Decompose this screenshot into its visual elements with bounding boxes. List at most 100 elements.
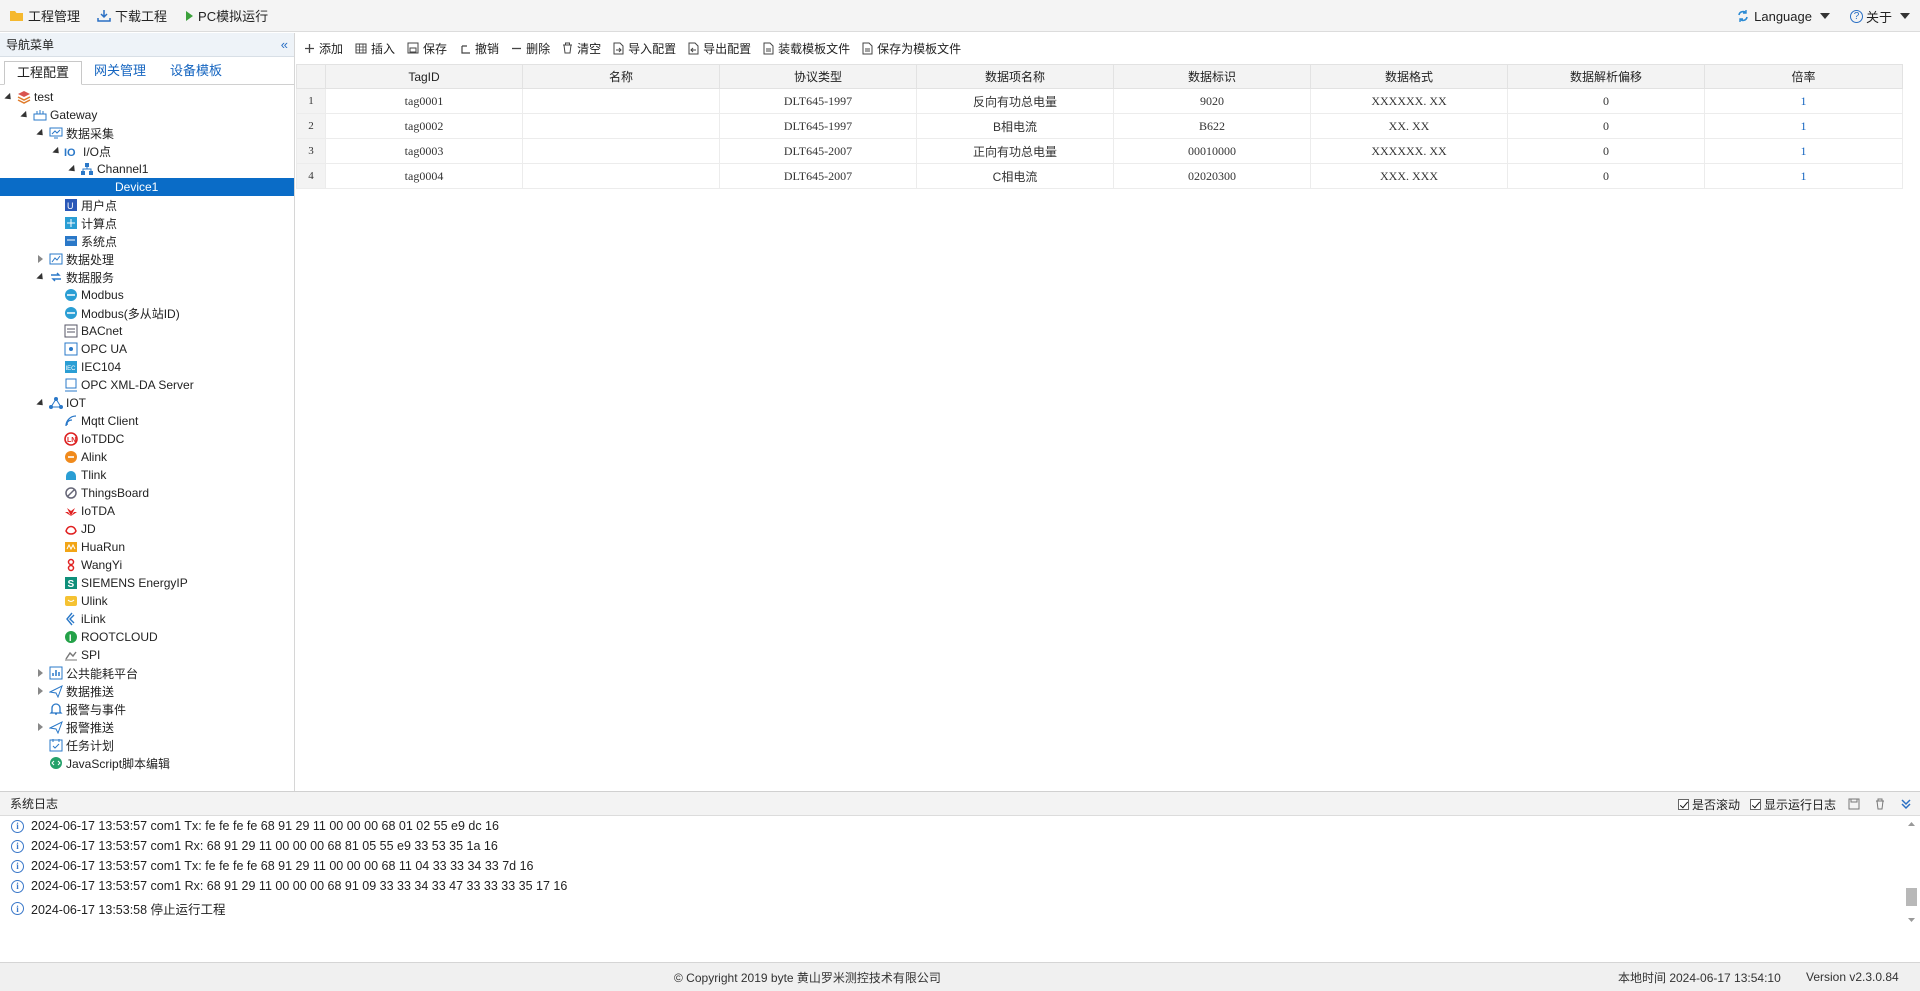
tree-expanded-arrow-icon[interactable] (52, 147, 61, 156)
table-cell[interactable] (522, 113, 720, 139)
tree-node-opc-ua[interactable]: OPC UA (0, 340, 294, 358)
tree-node-alink[interactable]: Alink (0, 448, 294, 466)
table-cell[interactable]: B相电流 (916, 113, 1114, 139)
tree-node-huarun[interactable]: HuaRun (0, 538, 294, 556)
table-cell[interactable]: 1 (1704, 138, 1903, 164)
import-config-button[interactable]: 导入配置 (613, 40, 676, 57)
tree-node-报警推送[interactable]: 报警推送 (0, 718, 294, 736)
tree-node-test[interactable]: test (0, 88, 294, 106)
collapse-double-left-icon[interactable]: « (281, 37, 288, 52)
tree-expanded-arrow-icon[interactable] (36, 399, 45, 408)
autoscroll-checkbox[interactable]: 是否滚动 (1677, 796, 1740, 813)
delete-button[interactable]: 删除 (511, 40, 550, 57)
table-cell[interactable]: XXXXXX. XX (1310, 138, 1508, 164)
tree-node-wangyi[interactable]: WangYi (0, 556, 294, 574)
save-button[interactable]: 保存 (407, 40, 447, 57)
table-cell[interactable]: B622 (1113, 113, 1311, 139)
tree-expanded-arrow-icon[interactable] (68, 165, 77, 174)
tree-node-数据服务[interactable]: 数据服务 (0, 268, 294, 286)
table-cell[interactable]: DLT645-1997 (719, 88, 917, 114)
table-cell[interactable]: tag0001 (325, 88, 523, 114)
tree-node-iotda[interactable]: IoTDA (0, 502, 294, 520)
add-button[interactable]: 添加 (304, 40, 343, 57)
tree-node-modbus[interactable]: Modbus (0, 286, 294, 304)
table-cell[interactable]: tag0004 (325, 163, 523, 189)
tree-node-数据处理[interactable]: 数据处理 (0, 250, 294, 268)
table-cell[interactable]: DLT645-1997 (719, 113, 917, 139)
table-cell[interactable]: 0 (1507, 113, 1705, 139)
tree-node-modbus-多从站id-[interactable]: Modbus(多从站ID) (0, 304, 294, 322)
tree-node-数据推送[interactable]: 数据推送 (0, 682, 294, 700)
tree-node-spi[interactable]: SPI (0, 646, 294, 664)
column-header[interactable]: 数据标识 (1113, 64, 1311, 89)
tree-node-mqtt-client[interactable]: Mqtt Client (0, 412, 294, 430)
tab-project-config[interactable]: 工程配置 (4, 61, 83, 85)
tree-node-数据采集[interactable]: 数据采集 (0, 124, 294, 142)
table-cell[interactable]: XXXXXX. XX (1310, 88, 1508, 114)
tree-node-jd[interactable]: JD (0, 520, 294, 538)
load-template-button[interactable]: 装载模板文件 (763, 40, 850, 57)
tree-node-ulink[interactable]: Ulink (0, 592, 294, 610)
save-log-icon[interactable] (1848, 798, 1860, 810)
table-cell[interactable] (522, 88, 720, 114)
table-cell[interactable] (522, 163, 720, 189)
column-header[interactable]: 倍率 (1704, 64, 1903, 89)
tree-expanded-arrow-icon[interactable] (36, 273, 45, 282)
column-header[interactable]: 名称 (522, 64, 720, 89)
table-cell[interactable]: 反向有功总电量 (916, 88, 1114, 114)
undo-button[interactable]: 撤销 (459, 40, 499, 57)
table-cell[interactable]: C相电流 (916, 163, 1114, 189)
tree-node-公共能耗平台[interactable]: 公共能耗平台 (0, 664, 294, 682)
language-dropdown[interactable]: Language (1726, 9, 1840, 24)
insert-button[interactable]: 插入 (355, 40, 395, 57)
save-template-button[interactable]: 保存为模板文件 (862, 40, 961, 57)
tree-node-rootcloud[interactable]: I ROOTCLOUD (0, 628, 294, 646)
show-run-log-checkbox[interactable]: 显示运行日志 (1749, 796, 1836, 813)
tree-node-thingsboard[interactable]: ThingsBoard (0, 484, 294, 502)
tree-node-opc-xml-da-server[interactable]: OPC XML-DA Server (0, 376, 294, 394)
export-config-button[interactable]: 导出配置 (688, 40, 751, 57)
table-row[interactable]: 3 tag0003 DLT645-2007 正向有功总电量 00010000 XXXXXX… (296, 138, 1903, 164)
tree-node-任务计划[interactable]: 任务计划 (0, 736, 294, 754)
tree-node-系统点[interactable]: 系统点 (0, 232, 294, 250)
log-scrollbar[interactable] (1903, 818, 1920, 926)
about-dropdown[interactable]: ? 关于 (1840, 7, 1920, 26)
clear-button[interactable]: 清空 (562, 40, 601, 57)
table-cell[interactable]: tag0002 (325, 113, 523, 139)
column-header[interactable] (296, 64, 326, 89)
tree-node-tlink[interactable]: Tlink (0, 466, 294, 484)
tree-node-channel1[interactable]: Channel1 (0, 160, 294, 178)
project-manage-menu[interactable]: 工程管理 (0, 0, 88, 32)
tree-node-用户点[interactable]: U 用户点 (0, 196, 294, 214)
column-header[interactable]: 数据解析偏移 (1507, 64, 1705, 89)
table-cell[interactable]: 0 (1507, 88, 1705, 114)
table-cell[interactable]: 0 (1507, 138, 1705, 164)
table-row[interactable]: 1 tag0001 DLT645-1997 反向有功总电量 9020 XXXXXX. XX… (296, 88, 1903, 114)
tree-node-iotddc[interactable]: LN IoTDDC (0, 430, 294, 448)
tree-node-iot[interactable]: IOT (0, 394, 294, 412)
tree-node-siemens-energyip[interactable]: S SIEMENS EnergyIP (0, 574, 294, 592)
tree-node-i-o点[interactable]: IO I/O点 (0, 142, 294, 160)
tree-collapsed-arrow-icon[interactable] (36, 687, 45, 696)
table-cell[interactable]: 9020 (1113, 88, 1311, 114)
column-header[interactable]: 协议类型 (719, 64, 917, 89)
table-row[interactable]: 2 tag0002 DLT645-1997 B相电流 B622 XX. XX 0 1 (296, 113, 1903, 139)
table-cell[interactable]: tag0003 (325, 138, 523, 164)
tree-node-ilink[interactable]: iLink (0, 610, 294, 628)
tree-node-iec104[interactable]: IEC IEC104 (0, 358, 294, 376)
table-cell[interactable]: DLT645-2007 (719, 163, 917, 189)
table-cell[interactable]: XX. XX (1310, 113, 1508, 139)
table-row[interactable]: 4 tag0004 DLT645-2007 C相电流 02020300 XXX. XXX 0… (296, 163, 1903, 189)
download-project-menu[interactable]: 下载工程 (88, 0, 175, 32)
table-cell[interactable]: 1 (1704, 113, 1903, 139)
tree-expanded-arrow-icon[interactable] (4, 93, 13, 102)
clear-log-icon[interactable] (1874, 798, 1886, 810)
tab-device-template[interactable]: 设备模板 (158, 60, 234, 84)
table-cell[interactable]: 1 (1704, 88, 1903, 114)
tree-collapsed-arrow-icon[interactable] (36, 669, 45, 678)
table-cell[interactable]: 1 (1704, 163, 1903, 189)
column-header[interactable]: 数据项名称 (916, 64, 1114, 89)
tree-node-javascript脚本编辑[interactable]: JavaScript脚本编辑 (0, 754, 294, 772)
tree-expanded-arrow-icon[interactable] (20, 111, 29, 120)
table-cell[interactable]: 00010000 (1113, 138, 1311, 164)
